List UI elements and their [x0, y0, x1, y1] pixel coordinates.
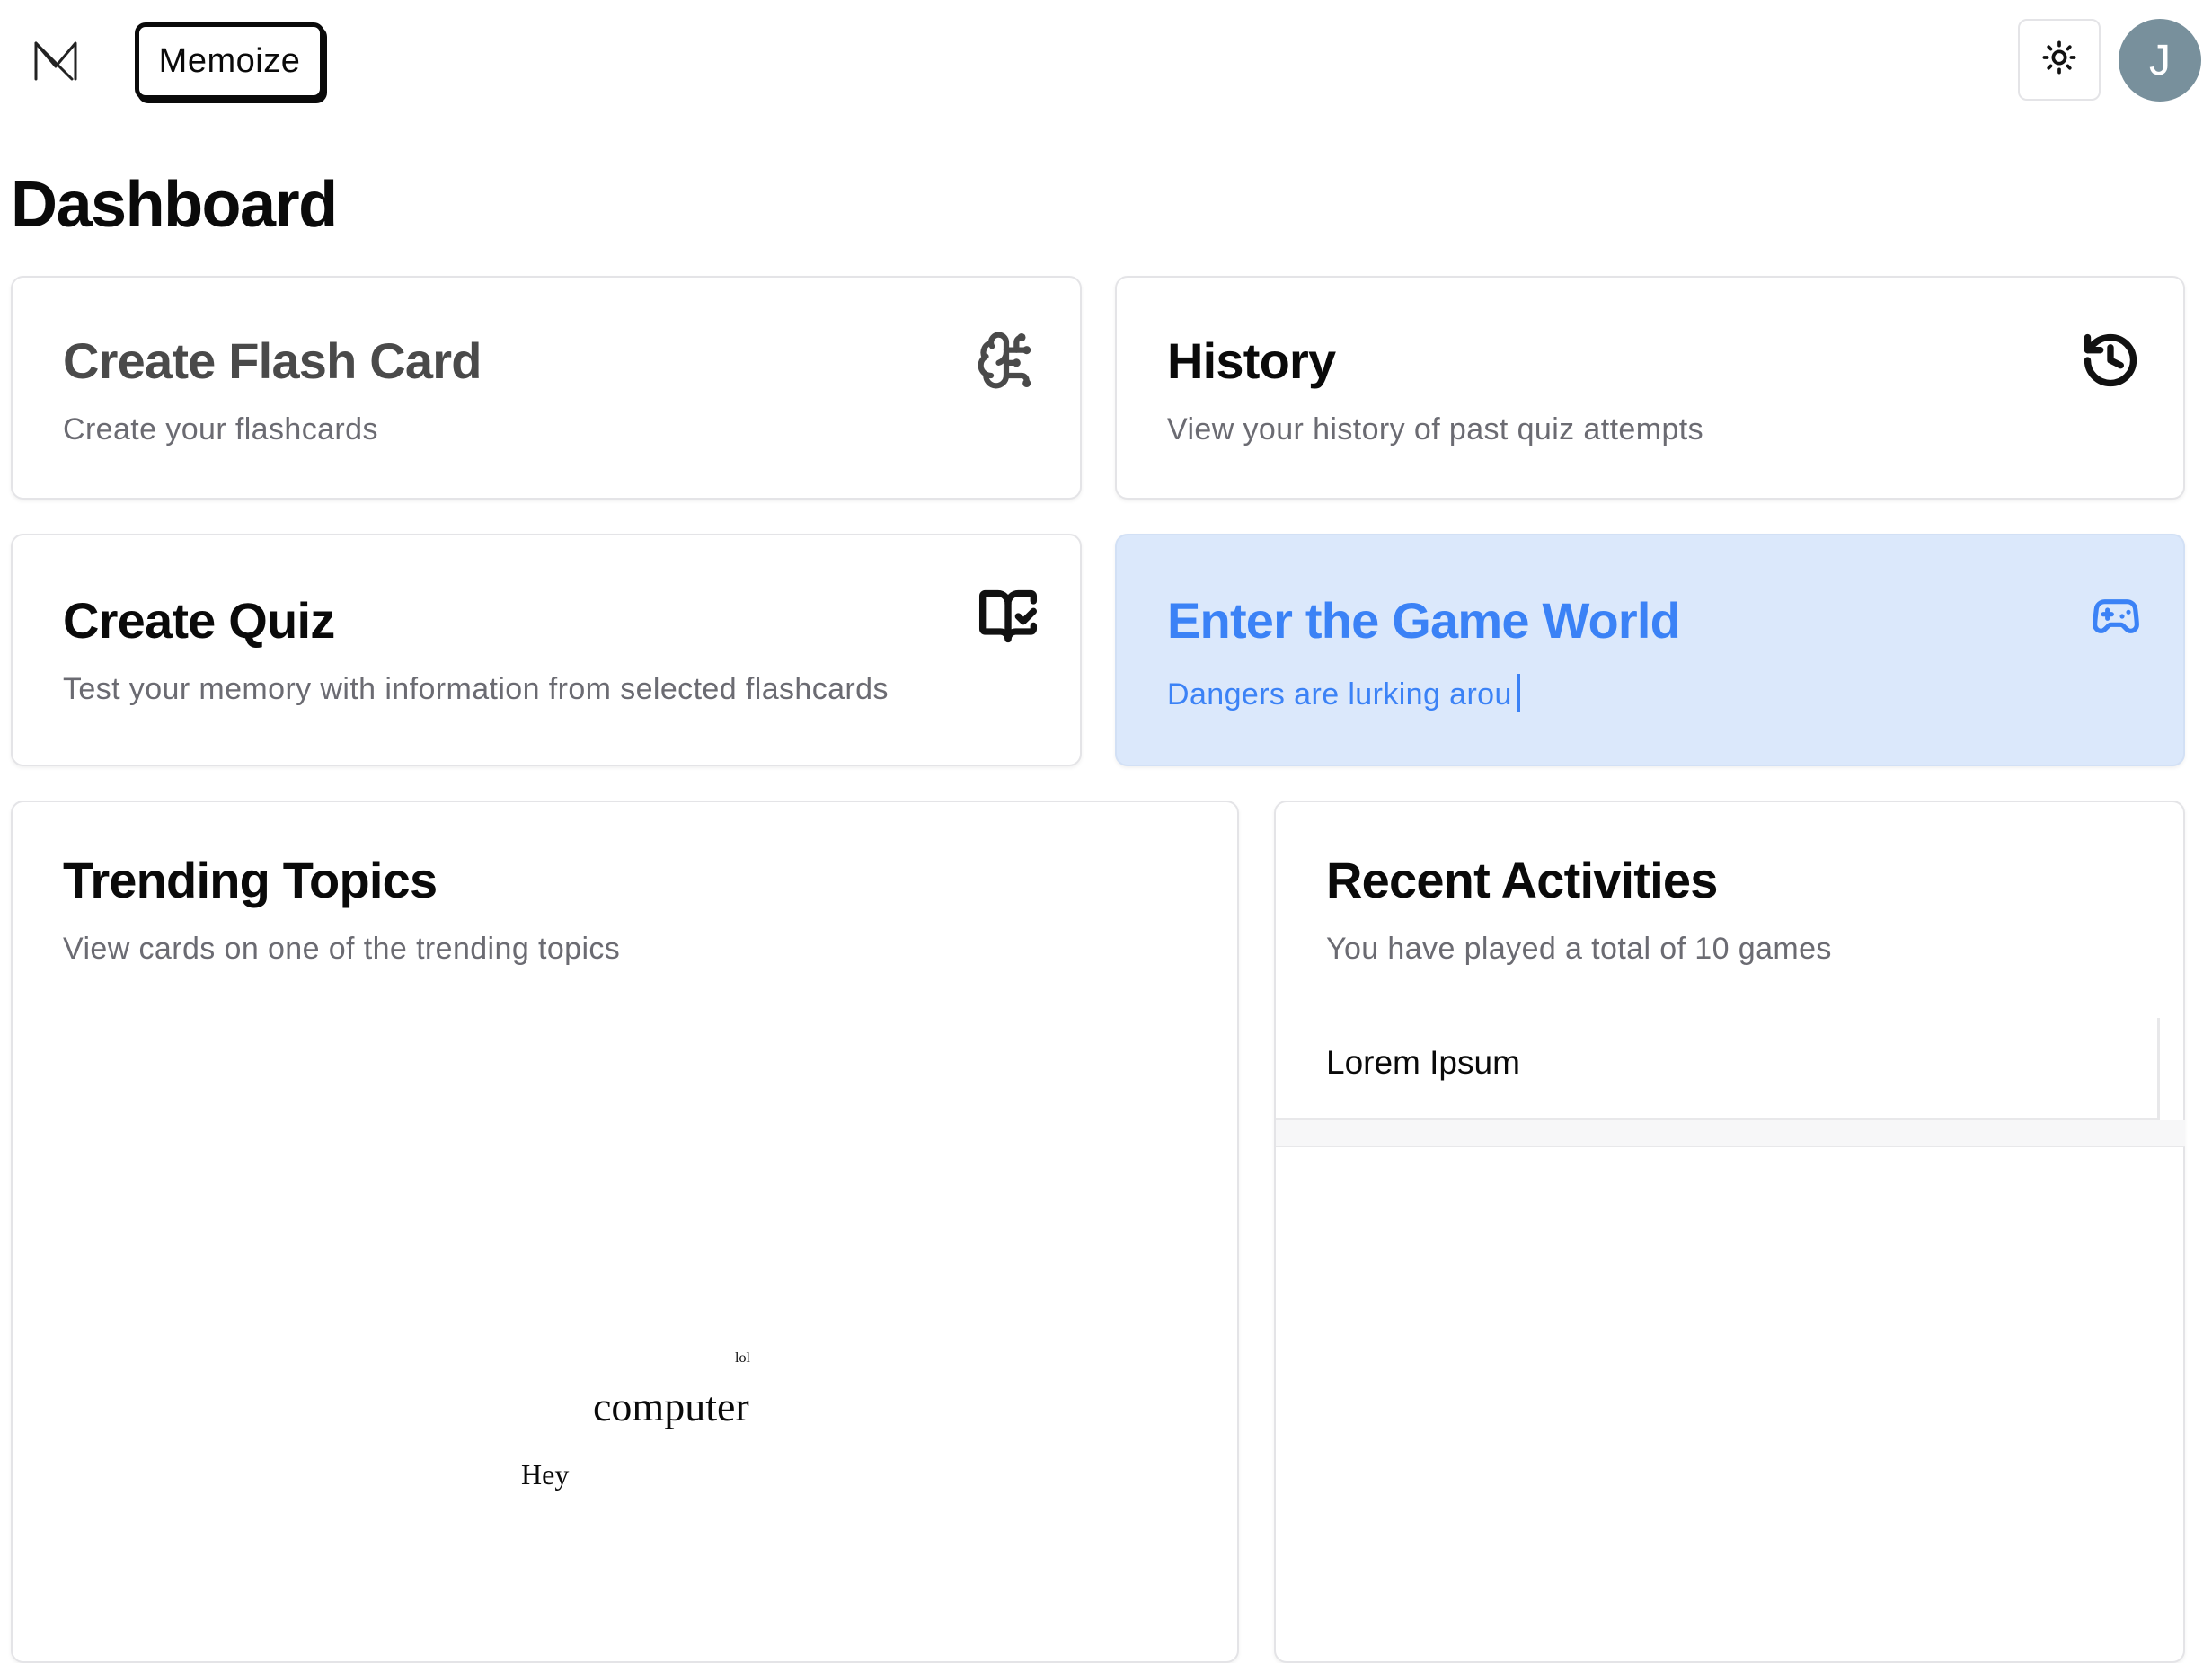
recent-activities-card: Recent Activities You have played a tota… [1274, 801, 2185, 1663]
card-title: Create Flash Card [63, 332, 482, 389]
card-title: Trending Topics [63, 852, 438, 908]
top-nav: Memoize J [0, 0, 2212, 126]
card-description: Test your memory with information from s… [63, 672, 889, 706]
card-title: Recent Activities [1326, 852, 1718, 908]
card-description: View your history of past quiz attempts [1167, 412, 1704, 447]
theme-toggle-button[interactable] [2018, 19, 2101, 101]
user-avatar[interactable]: J [2119, 19, 2201, 102]
create-flash-card-card[interactable]: Create Flash Card Create your flashcards [11, 276, 1082, 500]
trending-topic-word[interactable]: Hey [521, 1458, 569, 1491]
trending-topics-card: Trending Topics View cards on one of the… [11, 801, 1239, 1663]
sun-icon [2041, 40, 2077, 80]
typing-caret [1517, 674, 1520, 712]
page-title: Dashboard [11, 169, 338, 241]
create-quiz-card[interactable]: Create Quiz Test your memory with inform… [11, 534, 1082, 766]
typewriter-text: Dangers are lurking arou [1167, 677, 1512, 712]
gamepad-icon [2091, 591, 2141, 641]
card-title: Create Quiz [63, 592, 335, 649]
game-world-card[interactable]: Enter the Game World Dangers are lurking… [1115, 534, 2185, 766]
activity-label: Lorem Ipsum [1326, 1044, 1520, 1081]
card-description: View cards on one of the trending topics [63, 932, 621, 966]
card-description: You have played a total of 10 games [1326, 932, 1832, 966]
activity-list-item[interactable]: Lorem Ipsum [1276, 1018, 2160, 1120]
trending-topic-word[interactable]: lol [735, 1350, 750, 1367]
card-description: Dangers are lurking arou [1167, 674, 1520, 713]
memoize-logo-icon[interactable] [32, 36, 79, 83]
trending-topic-word[interactable]: computer [593, 1383, 749, 1430]
card-title: Enter the Game World [1167, 592, 1681, 649]
card-title: History [1167, 332, 1336, 389]
history-icon [2080, 330, 2141, 391]
history-card[interactable]: History View your history of past quiz a… [1115, 276, 2185, 500]
activity-list-divider [1276, 1120, 2185, 1147]
card-description: Create your flashcards [63, 412, 378, 447]
brain-icon [976, 330, 1037, 391]
book-check-icon [978, 586, 1039, 647]
brand-button[interactable]: Memoize [135, 22, 324, 100]
